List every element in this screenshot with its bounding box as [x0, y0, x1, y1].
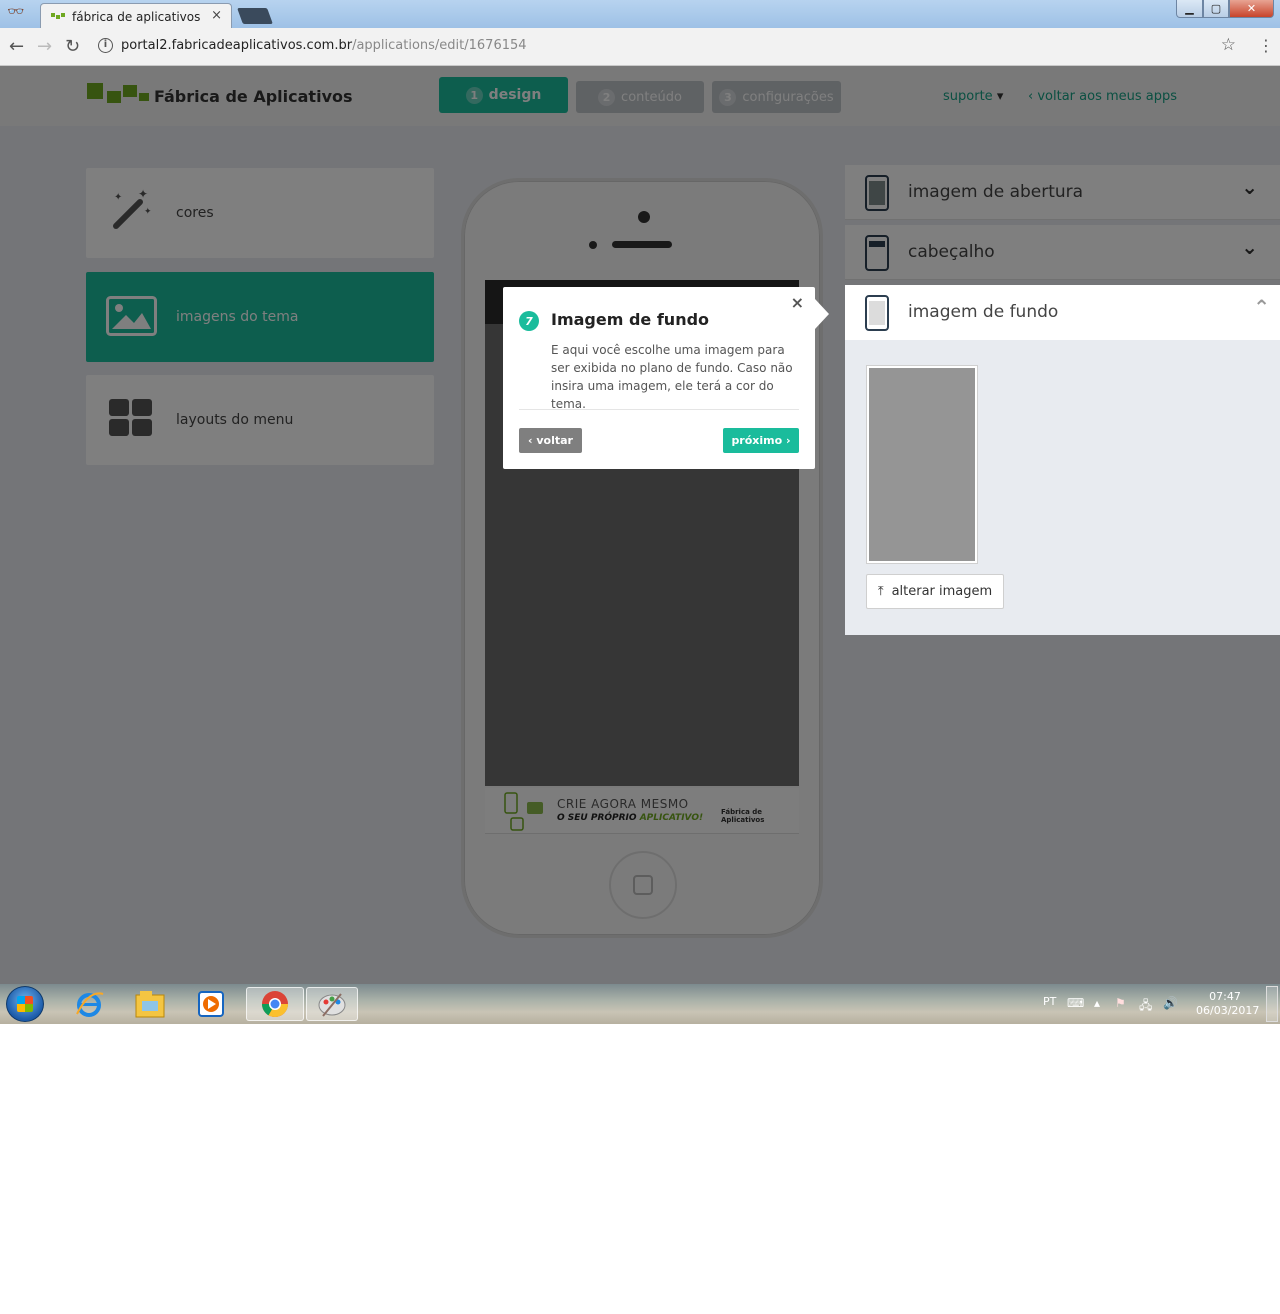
- tooltip-arrow: [815, 299, 829, 329]
- tooltip-step-badge: 7: [519, 311, 539, 331]
- windows-logo-icon: [17, 996, 33, 1012]
- tooltip-close-icon[interactable]: ×: [791, 293, 804, 312]
- file-explorer-icon[interactable]: [125, 987, 175, 1021]
- back-icon[interactable]: ←: [9, 36, 24, 57]
- start-button[interactable]: [6, 986, 44, 1022]
- upload-icon: ⤒: [877, 584, 884, 599]
- maximize-button[interactable]: ▢: [1203, 0, 1229, 18]
- tooltip-next-button[interactable]: próximo ›: [723, 428, 799, 453]
- minimize-button[interactable]: ▁: [1176, 0, 1203, 18]
- chrome-icon[interactable]: [246, 987, 304, 1021]
- close-window-button[interactable]: ✕: [1229, 0, 1274, 18]
- accordion-imagem-fundo-highlight[interactable]: imagem de fundo ⌃: [845, 285, 1280, 340]
- volume-icon[interactable]: 🔊: [1163, 996, 1178, 1010]
- imagem-fundo-body: ⤒ alterar imagem: [845, 340, 1280, 635]
- info-icon[interactable]: i: [98, 38, 113, 53]
- chevron-up-icon[interactable]: ⌃: [1253, 295, 1270, 319]
- tour-tooltip: × 7 Imagem de fundo E aqui você escolhe …: [503, 287, 829, 469]
- accordion-title: imagem de fundo: [908, 302, 1059, 322]
- paint-icon[interactable]: [306, 987, 358, 1021]
- internet-explorer-icon[interactable]: [64, 987, 114, 1021]
- clock-date: 06/03/2017: [1196, 1004, 1260, 1017]
- clock-time: 07:47: [1209, 990, 1241, 1003]
- windows-taskbar: PT ⌨ ▴ ⚑ 🖧 🔊 07:47 06/03/2017: [0, 984, 1280, 1024]
- action-center-icon[interactable]: ⚑: [1115, 996, 1126, 1010]
- tab-title: fábrica de aplicativos: [72, 10, 201, 24]
- new-tab-button[interactable]: [237, 8, 273, 24]
- screen: 👓 fábrica de aplicativos × ▁ ▢ ✕ ← → ↻ i…: [0, 0, 1280, 1024]
- show-hidden-icons-icon[interactable]: ▴: [1094, 996, 1100, 1010]
- address-bar[interactable]: i portal2.fabricadeaplicativos.com.br/ap…: [92, 34, 1248, 60]
- browser-menu-icon[interactable]: ⋮: [1258, 36, 1274, 55]
- system-clock[interactable]: 07:47 06/03/2017: [1196, 990, 1260, 1018]
- media-player-icon[interactable]: [186, 987, 236, 1021]
- phone-device-icon: [865, 295, 889, 331]
- tooltip-title: Imagem de fundo: [551, 310, 710, 329]
- modal-overlay: [0, 126, 845, 984]
- incognito-icon: 👓: [7, 4, 25, 20]
- url-path: /applications/edit/1676154: [352, 38, 527, 53]
- tab-close-icon[interactable]: ×: [211, 8, 222, 23]
- bookmark-star-icon[interactable]: ☆: [1221, 35, 1236, 55]
- reload-icon[interactable]: ↻: [65, 36, 80, 57]
- show-desktop-button[interactable]: [1266, 986, 1278, 1022]
- tooltip-text: E aqui você escolhe uma imagem para ser …: [551, 343, 793, 411]
- favicon-icon: [51, 13, 65, 19]
- tooltip-back-button[interactable]: ‹ voltar: [519, 428, 582, 453]
- network-icon[interactable]: 🖧: [1139, 996, 1152, 1017]
- browser-tab[interactable]: fábrica de aplicativos ×: [40, 3, 232, 30]
- browser-toolbar: ← → ↻ i portal2.fabricadeaplicativos.com…: [0, 28, 1280, 66]
- url-text[interactable]: portal2.fabricadeaplicativos.com.br/appl…: [121, 38, 527, 53]
- background-thumbnail: [866, 365, 978, 564]
- url-host: portal2.fabricadeaplicativos.com.br: [121, 38, 353, 53]
- keyboard-icon[interactable]: ⌨: [1067, 996, 1084, 1010]
- forward-icon[interactable]: →: [37, 36, 52, 57]
- modal-overlay: [845, 635, 1280, 984]
- language-indicator[interactable]: PT: [1043, 995, 1056, 1008]
- alterar-imagem-button[interactable]: ⤒ alterar imagem: [866, 574, 1004, 609]
- modal-overlay: [0, 66, 845, 126]
- window-titlebar: 👓 fábrica de aplicativos × ▁ ▢ ✕: [0, 0, 1280, 30]
- tooltip-divider: [519, 409, 799, 410]
- modal-overlay: [845, 66, 1280, 126]
- alterar-imagem-label: alterar imagem: [891, 584, 993, 599]
- modal-overlay: [845, 126, 1280, 285]
- app-page: Fábrica de Aplicativos 1 design 2 conteú…: [0, 66, 1280, 984]
